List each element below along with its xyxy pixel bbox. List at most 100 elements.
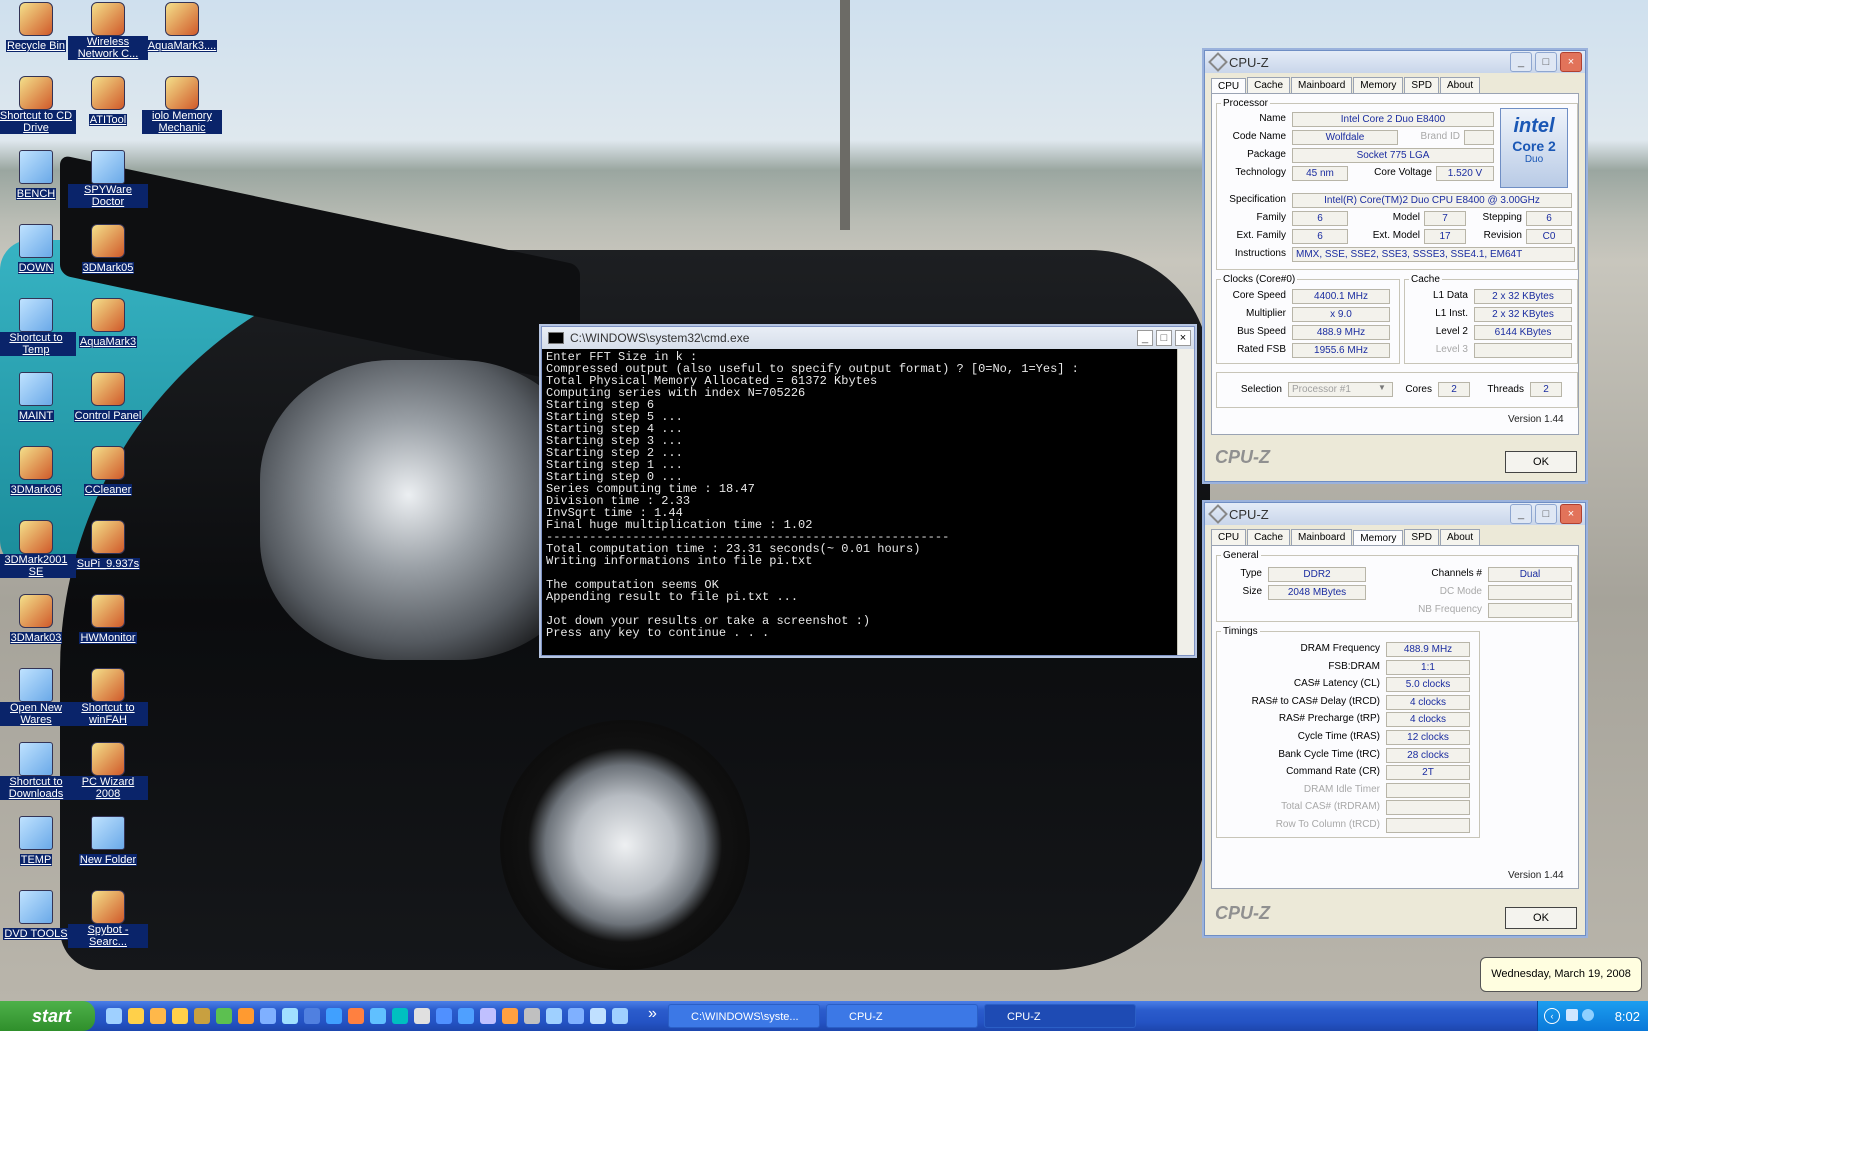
- cpuz-cpu-titlebar[interactable]: CPU-Z _ □ ×: [1205, 51, 1585, 73]
- close-button[interactable]: ×: [1175, 330, 1191, 346]
- tab-cpu[interactable]: CPU: [1211, 529, 1247, 545]
- close-button[interactable]: ×: [1560, 52, 1582, 72]
- cpuz-memory-titlebar[interactable]: CPU-Z _ □ ×: [1205, 503, 1585, 525]
- cores-label: Cores: [1405, 384, 1432, 395]
- quick-launch-icon[interactable]: [568, 1008, 584, 1024]
- maximize-button[interactable]: □: [1535, 504, 1557, 524]
- desktop-icon[interactable]: TEMP: [0, 816, 76, 868]
- cmd-window[interactable]: C:\WINDOWS\system32\cmd.exe _ □ × Enter …: [541, 326, 1195, 656]
- quick-launch-icon[interactable]: [260, 1008, 276, 1024]
- quick-launch-icon[interactable]: [458, 1008, 474, 1024]
- cmd-scrollbar[interactable]: [1177, 349, 1194, 655]
- ok-button[interactable]: OK: [1505, 451, 1577, 473]
- quick-launch-icon[interactable]: [370, 1008, 386, 1024]
- folder-icon: [19, 816, 53, 850]
- desktop-icon[interactable]: SuPi_9.937s: [68, 520, 148, 572]
- timing-value: 5.0 clocks: [1386, 677, 1470, 693]
- minimize-button[interactable]: _: [1510, 52, 1532, 72]
- minimize-button[interactable]: _: [1510, 504, 1532, 524]
- desktop-icon[interactable]: HWMonitor: [68, 594, 148, 646]
- close-button[interactable]: ×: [1560, 504, 1582, 524]
- cpuz-memory-window[interactable]: CPU-Z _ □ × CPU Cache Mainboard Memory SPD Ab…: [1204, 502, 1586, 936]
- tab-spd[interactable]: SPD: [1404, 529, 1439, 545]
- desktop-icon[interactable]: 3DMark05: [68, 224, 148, 276]
- ok-button[interactable]: OK: [1505, 907, 1577, 929]
- desktop-icon[interactable]: Recycle Bin: [0, 2, 76, 54]
- quick-launch-icon[interactable]: [436, 1008, 452, 1024]
- quick-launch-icon[interactable]: [546, 1008, 562, 1024]
- quick-launch-icon[interactable]: [194, 1008, 210, 1024]
- desktop-icon[interactable]: SPYWare Doctor: [68, 150, 148, 210]
- desktop-icon[interactable]: Shortcut to CD Drive: [0, 76, 76, 136]
- processor-legend: Processor: [1223, 98, 1269, 109]
- taskbar-button[interactable]: CPU-Z: [984, 1004, 1136, 1028]
- tab-about[interactable]: About: [1439, 77, 1481, 93]
- quick-launch-icon[interactable]: [106, 1008, 122, 1024]
- tab-spd[interactable]: SPD: [1404, 77, 1439, 93]
- cmd-titlebar[interactable]: C:\WINDOWS\system32\cmd.exe _ □ ×: [542, 327, 1194, 349]
- desktop-icon[interactable]: Wireless Network C...: [68, 2, 148, 62]
- quick-launch-icon[interactable]: [392, 1008, 408, 1024]
- quick-launch-icon[interactable]: [524, 1008, 540, 1024]
- tab-cpu[interactable]: CPU: [1211, 78, 1247, 94]
- tab-mainboard[interactable]: Mainboard: [1291, 529, 1353, 545]
- desktop-icon[interactable]: Control Panel: [68, 372, 148, 424]
- desktop-icon[interactable]: MAINT: [0, 372, 76, 424]
- quick-launch-icon[interactable]: [304, 1008, 320, 1024]
- minimize-button[interactable]: _: [1137, 330, 1153, 346]
- chevron-down-icon[interactable]: ▼: [1378, 383, 1386, 392]
- desktop-icon[interactable]: 3DMark2001 SE: [0, 520, 76, 580]
- maximize-button[interactable]: □: [1535, 52, 1557, 72]
- network-icon[interactable]: [1582, 1009, 1594, 1021]
- desktop-icon[interactable]: DVD TOOLS: [0, 890, 76, 942]
- desktop-icon[interactable]: BENCH: [0, 150, 76, 202]
- quick-launch-icon[interactable]: [282, 1008, 298, 1024]
- quick-launch-overflow-icon[interactable]: »: [648, 1005, 657, 1023]
- desktop-icon[interactable]: AquaMark3: [68, 298, 148, 350]
- desktop-icon[interactable]: Open New Wares: [0, 668, 76, 728]
- desktop-icon[interactable]: iolo Memory Mechanic: [142, 76, 222, 136]
- desktop-icon[interactable]: Spybot - Searc...: [68, 890, 148, 950]
- quick-launch-icon[interactable]: [128, 1008, 144, 1024]
- desktop-icon[interactable]: Shortcut to Temp: [0, 298, 76, 358]
- desktop-icon[interactable]: DOWN: [0, 224, 76, 276]
- clock[interactable]: 8:02: [1615, 1009, 1640, 1024]
- taskbar-button[interactable]: CPU-Z: [826, 1004, 978, 1028]
- tab-memory[interactable]: Memory: [1353, 530, 1404, 546]
- quick-launch-icon[interactable]: [502, 1008, 518, 1024]
- quick-launch-icon[interactable]: [326, 1008, 342, 1024]
- quick-launch-icon[interactable]: [238, 1008, 254, 1024]
- desktop-icon[interactable]: Shortcut to Downloads: [0, 742, 76, 802]
- quick-launch-icon[interactable]: [612, 1008, 628, 1024]
- tray-expand-icon[interactable]: ‹: [1544, 1008, 1560, 1024]
- tab-cache[interactable]: Cache: [1247, 77, 1291, 93]
- quick-launch-icon[interactable]: [590, 1008, 606, 1024]
- tab-about[interactable]: About: [1439, 529, 1481, 545]
- quick-launch-icon[interactable]: [172, 1008, 188, 1024]
- desktop-icon[interactable]: ATITool: [68, 76, 148, 128]
- start-button[interactable]: start: [0, 1001, 95, 1031]
- quick-launch-icon[interactable]: [216, 1008, 232, 1024]
- cmd-output[interactable]: Enter FFT Size in k : Compressed output (…: [542, 349, 1194, 641]
- quick-launch-icon[interactable]: [348, 1008, 364, 1024]
- channels-value: Dual: [1488, 567, 1572, 582]
- tab-memory[interactable]: Memory: [1353, 77, 1404, 93]
- volume-icon[interactable]: [1566, 1009, 1578, 1021]
- cpuz-cpu-window[interactable]: CPU-Z _ □ × CPU Cache Mainboard Memory SPD Ab…: [1204, 50, 1586, 482]
- size-label: Size: [1242, 586, 1262, 597]
- desktop-icon[interactable]: PC Wizard 2008: [68, 742, 148, 802]
- desktop-icon[interactable]: New Folder: [68, 816, 148, 868]
- quick-launch-icon[interactable]: [480, 1008, 496, 1024]
- desktop-icon[interactable]: 3DMark06: [0, 446, 76, 498]
- taskbar-button[interactable]: C:\WINDOWS\syste...: [668, 1004, 820, 1028]
- family-value: 6: [1292, 211, 1348, 226]
- quick-launch-icon[interactable]: [150, 1008, 166, 1024]
- desktop-icon[interactable]: Shortcut to winFAH: [68, 668, 148, 728]
- tab-cache[interactable]: Cache: [1247, 529, 1291, 545]
- desktop-icon[interactable]: 3DMark03: [0, 594, 76, 646]
- quick-launch-icon[interactable]: [414, 1008, 430, 1024]
- tab-mainboard[interactable]: Mainboard: [1291, 77, 1353, 93]
- desktop-icon[interactable]: CCleaner: [68, 446, 148, 498]
- desktop-icon[interactable]: AquaMark3....: [142, 2, 222, 54]
- maximize-button[interactable]: □: [1156, 330, 1172, 346]
